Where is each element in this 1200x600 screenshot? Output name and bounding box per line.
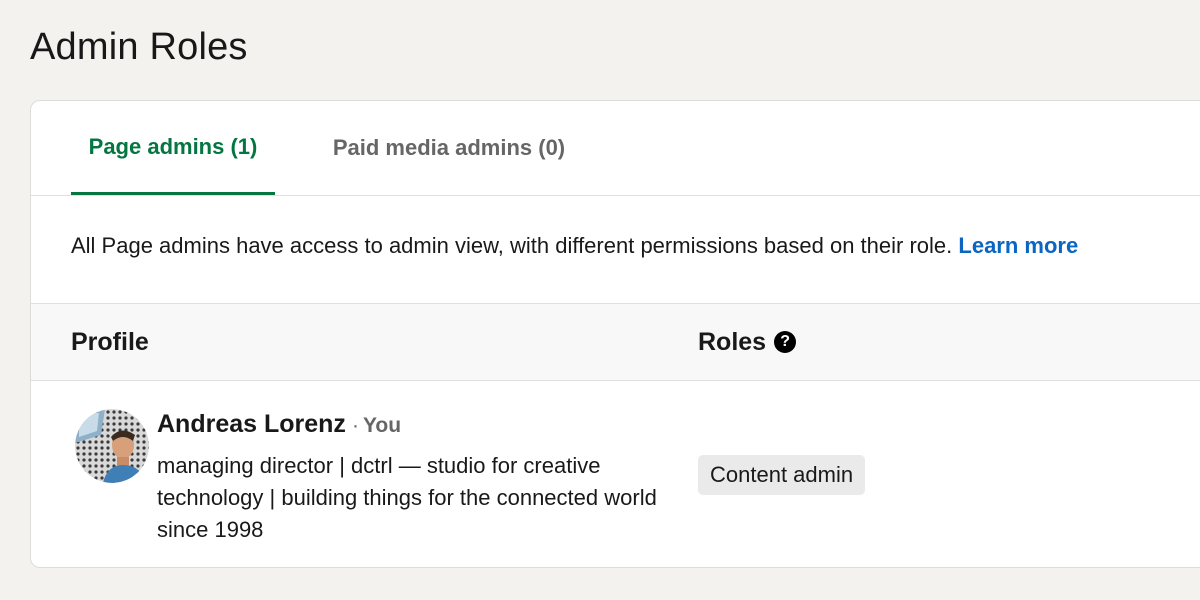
tab-page-admins[interactable]: Page admins (1) [71,101,275,195]
you-separator: · [351,414,359,437]
profile-column-header: Profile [71,327,149,356]
learn-more-link[interactable]: Learn more [958,233,1078,258]
roles-header-label: Roles [698,327,767,356]
page-title: Admin Roles [30,26,248,68]
avatar-photo [75,409,149,483]
tab-bar: Page admins (1) Paid media admins (0) [31,101,1200,196]
you-label: You [362,414,402,437]
table-header: Profile Roles ? [31,303,1200,381]
question-circle-icon[interactable]: ? [774,331,797,353]
admin-roles-card: Page admins (1) Paid media admins (0) Al… [30,100,1200,568]
admin-name-line: Andreas Lorenz · You [157,410,401,439]
info-text: All Page admins have access to admin vie… [71,233,1078,259]
table-row: Andreas Lorenz · You managing director | d… [31,380,1200,568]
admin-name[interactable]: Andreas Lorenz [157,410,346,438]
roles-column-header: Roles ? [698,304,797,380]
info-description: All Page admins have access to admin vie… [71,233,959,258]
admin-headline: managing director | dctrl — studio for c… [157,453,657,542]
tab-paid-media-admins[interactable]: Paid media admins (0) [317,101,581,195]
avatar[interactable] [75,409,149,483]
role-badge: Content admin [698,455,866,495]
